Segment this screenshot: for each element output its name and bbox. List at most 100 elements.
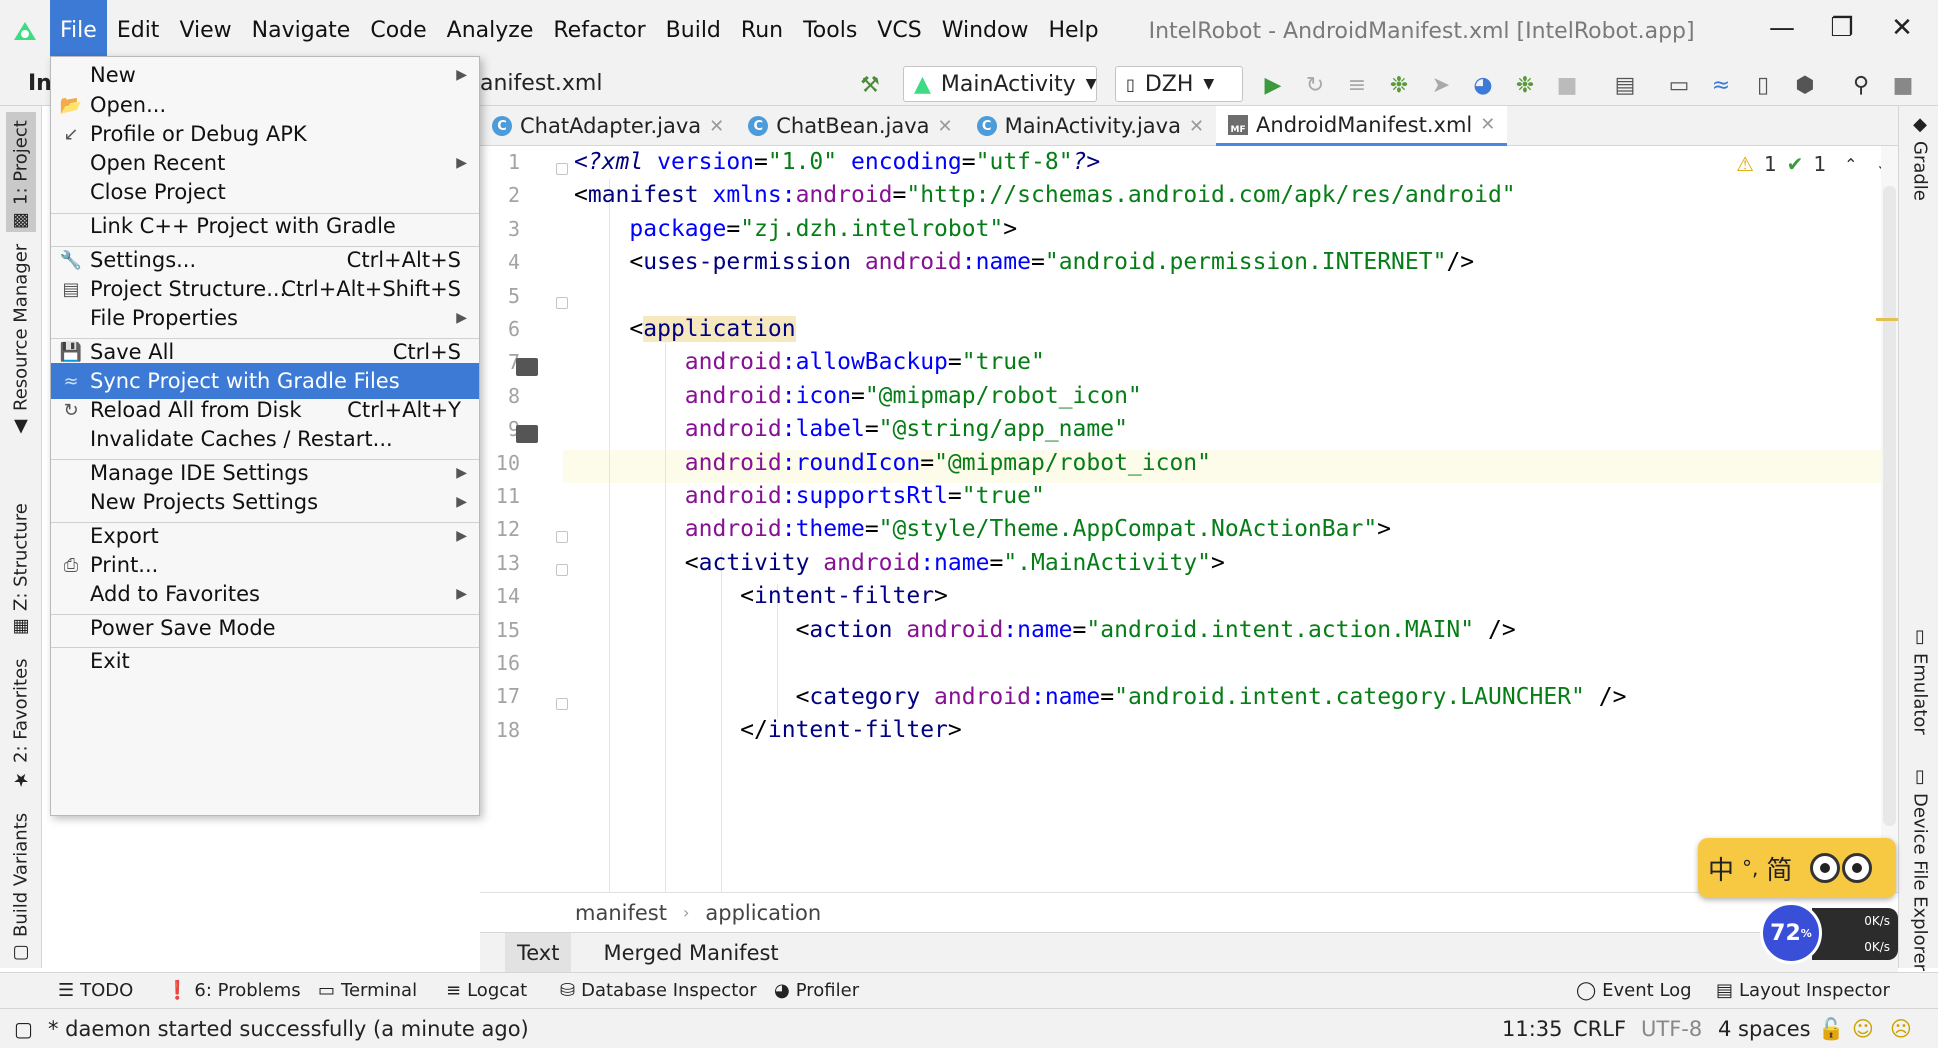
sdk-manager-icon[interactable]: ⬢ — [1790, 70, 1820, 100]
line-separator[interactable]: CRLF — [1573, 1009, 1626, 1048]
debug-icon[interactable]: ❉ — [1384, 70, 1414, 100]
menu-build[interactable]: Build — [656, 0, 731, 62]
menu-item-file-properties[interactable]: File Properties ▶ — [51, 300, 479, 336]
tab-merged-manifest[interactable]: Merged Manifest — [591, 933, 790, 973]
menu-refactor[interactable]: Refactor — [543, 0, 655, 62]
tool-problems[interactable]: ❗ 6: Problems — [166, 973, 301, 1009]
menu-view[interactable]: View — [169, 0, 241, 62]
tab-build-variants[interactable]: ▢ Build Variants — [6, 813, 36, 964]
warning-stripe-marker[interactable] — [1876, 318, 1898, 321]
menu-help[interactable]: Help — [1038, 0, 1108, 62]
network-speed-widget[interactable]: 0K/s 0K/s 72% — [1760, 902, 1898, 964]
toggle-tool-windows-icon[interactable]: ▢ — [14, 1009, 33, 1048]
tab-gradle[interactable]: ◆ Gradle — [1905, 114, 1935, 204]
sync-gradle-icon[interactable]: ≈ — [1706, 70, 1736, 100]
lock-icon[interactable]: 🔓 — [1818, 1009, 1844, 1048]
menu-item-close-project[interactable]: Close Project — [51, 174, 479, 210]
menu-edit[interactable]: Edit — [107, 0, 170, 62]
project-structure-icon[interactable]: ▤ — [1610, 70, 1640, 100]
menu-run[interactable]: Run — [731, 0, 793, 62]
tab-project[interactable]: ▩ 1: Project — [6, 112, 36, 232]
apply-changes-icon[interactable]: ↻ — [1300, 70, 1330, 100]
attach-debugger-icon[interactable]: ➤ — [1426, 70, 1456, 100]
fold-marker-icon[interactable] — [556, 163, 568, 175]
menu-item-exit[interactable]: Exit — [51, 643, 479, 679]
run-icon[interactable]: ▶ — [1258, 70, 1288, 100]
tab-favorites[interactable]: ★ 2: Favorites — [6, 658, 36, 790]
close-tab-icon[interactable]: ✕ — [709, 116, 724, 137]
menu-navigate[interactable]: Navigate — [242, 0, 361, 62]
crumb-manifest[interactable]: manifest — [575, 901, 667, 925]
hammer-build-icon[interactable]: ⚒ — [855, 70, 885, 100]
menu-vcs[interactable]: VCS — [867, 0, 931, 62]
tab-emulator[interactable]: ▯ Emulator — [1905, 626, 1935, 736]
stop-icon[interactable]: ■ — [1552, 70, 1582, 100]
tab-main-activity[interactable]: C MainActivity.java ✕ — [965, 106, 1216, 146]
tab-text[interactable]: Text — [505, 933, 572, 973]
menu-window[interactable]: Window — [932, 0, 1039, 62]
tool-database-inspector[interactable]: ⛁ Database Inspector — [560, 973, 757, 1009]
search-icon[interactable]: ⚲ — [1846, 70, 1876, 100]
minimize-icon[interactable]: — — [1752, 0, 1812, 56]
status-message[interactable]: * daemon started successfully (a minute … — [48, 1009, 529, 1048]
ime-language[interactable]: 中 — [1708, 850, 1734, 887]
indent-setting[interactable]: 4 spaces — [1718, 1009, 1811, 1048]
tab-device-file-explorer[interactable]: ▯ Device File Explorer — [1905, 766, 1935, 971]
tab-structure[interactable]: ▦ Z: Structure — [6, 503, 36, 638]
project-breadcrumb[interactable]: In — [28, 62, 52, 106]
menu-item-add-to-favorites[interactable]: Add to Favorites ▶ — [51, 576, 479, 612]
sad-feedback-icon[interactable]: ☹ — [1890, 1009, 1912, 1048]
tool-todo[interactable]: ☰ TODO — [58, 973, 133, 1009]
close-tab-icon[interactable]: ✕ — [938, 116, 953, 137]
tool-logcat[interactable]: ≡ Logcat — [446, 973, 527, 1009]
run-config-dropdown[interactable]: ▲ MainActivity ▼ — [903, 66, 1097, 102]
restore-icon[interactable]: ❐ — [1812, 0, 1872, 56]
tab-resource-manager[interactable]: ▲ Resource Manager — [6, 244, 36, 438]
tab-chat-adapter[interactable]: C ChatAdapter.java ✕ — [480, 106, 736, 146]
crumb-application[interactable]: application — [705, 901, 821, 925]
ime-mode[interactable]: 简 — [1766, 850, 1792, 887]
menu-code[interactable]: Code — [360, 0, 436, 62]
fold-marker-icon[interactable] — [556, 564, 568, 576]
tool-layout-inspector[interactable]: ▤ Layout Inspector — [1716, 973, 1890, 1009]
line-number: 3 — [507, 217, 520, 241]
tool-event-log[interactable]: ◯ Event Log — [1576, 973, 1692, 1009]
menu-item-new-projects-settings[interactable]: New Projects Settings ▶ — [51, 484, 479, 520]
menu-item-invalidate-caches[interactable]: Invalidate Caches / Restart... — [51, 421, 479, 457]
tool-profiler[interactable]: ◕ Profiler — [774, 973, 859, 1009]
close-tab-icon[interactable]: ✕ — [1189, 116, 1204, 137]
chevron-up-icon[interactable]: ⌃ — [1844, 155, 1857, 174]
device-dropdown[interactable]: ▯ DZH ▼ — [1115, 66, 1243, 102]
smile-feedback-icon[interactable]: ☺ — [1852, 1009, 1874, 1048]
tab-chat-bean[interactable]: C ChatBean.java ✕ — [736, 106, 964, 146]
menu-item-power-save-mode[interactable]: Power Save Mode — [51, 610, 479, 646]
menu-analyze[interactable]: Analyze — [437, 0, 544, 62]
tool-terminal[interactable]: ▭ Terminal — [318, 973, 417, 1009]
menu-file[interactable]: File — [50, 0, 107, 62]
ok-count: 1 — [1813, 152, 1827, 176]
editor-scrollbar-thumb[interactable] — [1883, 186, 1896, 826]
ime-punctuation[interactable]: °, — [1742, 856, 1758, 880]
tab-android-manifest[interactable]: MF AndroidManifest.xml ✕ — [1216, 106, 1508, 146]
file-encoding[interactable]: UTF-8 — [1641, 1009, 1702, 1048]
close-tab-icon[interactable]: ✕ — [1480, 114, 1495, 135]
avd-manager-icon[interactable]: ▯ — [1748, 70, 1778, 100]
fold-marker-icon[interactable] — [556, 698, 568, 710]
fold-marker-icon[interactable] — [556, 297, 568, 309]
account-icon[interactable]: ■ — [1888, 70, 1918, 100]
debug-attach-icon[interactable]: ❉ — [1510, 70, 1540, 100]
close-window-icon[interactable]: ✕ — [1872, 0, 1932, 56]
fold-marker-icon[interactable] — [556, 531, 568, 543]
apply-code-changes-icon[interactable]: ≡ — [1342, 70, 1372, 100]
image-preview-icon[interactable] — [516, 358, 538, 376]
inspection-widget[interactable]: ⚠ 1 ✔ 1 ⌃ ⌄ — [1736, 152, 1889, 176]
ime-toolbar[interactable]: 中 °, 简 — [1698, 838, 1896, 898]
code-editor[interactable]: 1 2 3 4 5 6 7 8 9 10 11 12 13 14 15 16 1… — [480, 146, 1898, 892]
image-preview-icon[interactable] — [516, 425, 538, 443]
file-breadcrumb[interactable]: anifest.xml — [480, 62, 602, 106]
layout-icon[interactable]: ▭ — [1664, 70, 1694, 100]
menu-tools[interactable]: Tools — [793, 0, 867, 62]
menu-item-link-cpp[interactable]: Link C++ Project with Gradle — [51, 208, 479, 244]
profile-icon[interactable]: ◕ — [1468, 70, 1498, 100]
caret-position[interactable]: 11:35 — [1502, 1009, 1563, 1048]
